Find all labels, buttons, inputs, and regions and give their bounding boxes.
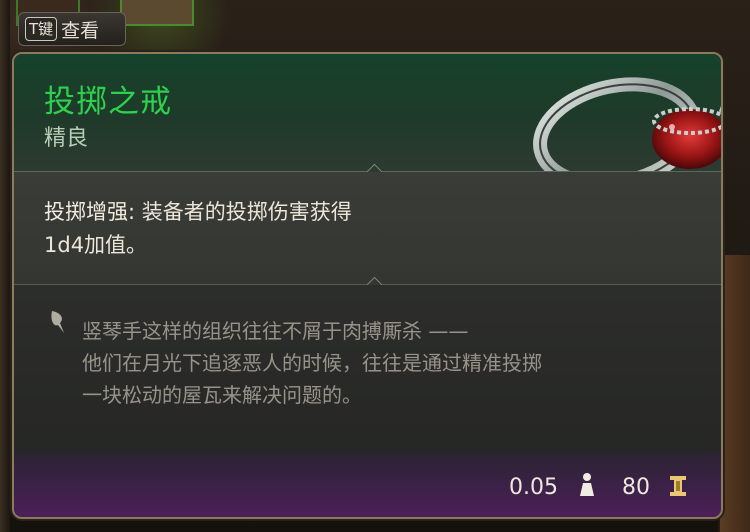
inventory-slot[interactable] bbox=[120, 0, 194, 26]
effect-text: 投掷增强: 装备者的投掷伤害获得 1d4加值。 bbox=[44, 196, 484, 262]
tooltip-footer: 0.05 80 bbox=[14, 451, 721, 517]
item-rarity: 精良 bbox=[44, 126, 89, 151]
lore-section: 竖琴手这样的组织往往不屑于肉搏厮杀 —— 他们在月光下追逐恶人的时候，往往是通过… bbox=[14, 285, 721, 455]
inventory-edge bbox=[0, 0, 10, 532]
gold-coin-icon bbox=[670, 476, 686, 496]
effect-description: 装备者的投掷伤害获得 bbox=[141, 200, 352, 224]
quill-icon bbox=[51, 311, 64, 333]
lore-line: 一块松动的屋瓦来解决问题的。 bbox=[82, 383, 362, 407]
effect-name: 投掷增强: bbox=[44, 200, 136, 224]
hotkey-badge: T键 bbox=[25, 17, 58, 41]
effect-section: 投掷增强: 装备者的投掷伤害获得 1d4加值。 bbox=[14, 172, 721, 284]
inspect-label: 查看 bbox=[61, 19, 100, 42]
lore-text: 竖琴手这样的组织往往不屑于肉搏厮杀 —— 他们在月光下追逐恶人的时候，往往是通过… bbox=[82, 315, 702, 411]
lore-line: 他们在月光下追逐恶人的时候，往往是通过精准投掷 bbox=[82, 351, 542, 375]
weight-icon bbox=[580, 473, 594, 496]
effect-description-cont: 1d4加值。 bbox=[44, 233, 148, 257]
lore-line: 竖琴手这样的组织往往不屑于肉搏厮杀 —— bbox=[82, 319, 469, 343]
inspect-hint[interactable]: T键 查看 bbox=[18, 12, 126, 46]
item-tooltip: 投掷之戒 精良 投掷增强: 装备者的投掷伤害获得 1d4加值。 竖琴手这样的组织… bbox=[12, 52, 723, 519]
item-name: 投掷之戒 bbox=[44, 84, 172, 120]
item-weight: 0.05 bbox=[509, 475, 558, 500]
item-price: 80 bbox=[622, 475, 650, 500]
